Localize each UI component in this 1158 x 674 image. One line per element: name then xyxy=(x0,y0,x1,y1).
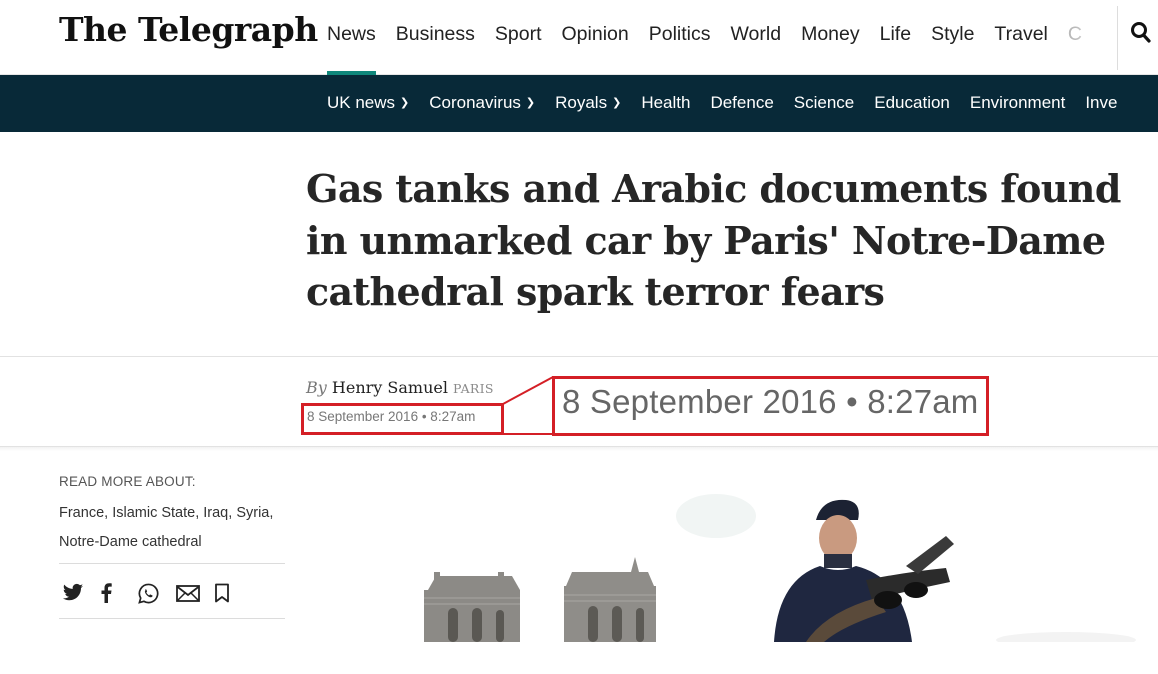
nav-item-style[interactable]: Style xyxy=(921,0,984,75)
email-icon xyxy=(176,584,200,602)
topic-tags: France, Islamic State, Iraq, Syria, Notr… xyxy=(59,505,274,550)
nav-item-world[interactable]: World xyxy=(721,0,792,75)
search-button[interactable] xyxy=(1130,20,1158,50)
divider xyxy=(0,446,1158,451)
tag-link[interactable]: Iraq xyxy=(203,505,228,521)
whatsapp-icon xyxy=(138,583,159,604)
hero-image xyxy=(306,458,1158,642)
subnav-item-label: Coronavirus xyxy=(429,93,521,112)
nav-item-opinion[interactable]: Opinion xyxy=(552,0,639,75)
subnav-item-royals[interactable]: Royals ❯ xyxy=(545,75,631,132)
bookmark-icon xyxy=(215,583,229,603)
tag-link[interactable]: Syria xyxy=(236,505,269,521)
article-headline: Gas tanks and Arabic documents found in … xyxy=(306,166,1121,314)
share-email-button[interactable] xyxy=(176,580,214,606)
subnav-item-defence[interactable]: Defence xyxy=(700,75,783,132)
divider xyxy=(0,356,1158,357)
main-nav: News Business Sport Opinion Politics Wor… xyxy=(317,0,1092,75)
subnav-item-truncated[interactable]: Inve xyxy=(1075,75,1127,132)
subnav-item-uk-news[interactable]: UK news ❯ xyxy=(317,75,419,132)
telegraph-logo[interactable]: The Telegraph xyxy=(59,10,318,49)
divider xyxy=(59,563,285,564)
section-subnav: UK news ❯ Coronavirus ❯ Royals ❯ Health Def… xyxy=(0,75,1158,132)
tag-link[interactable]: France xyxy=(59,505,104,521)
nav-divider xyxy=(1117,6,1118,70)
chevron-down-icon: ❯ xyxy=(525,97,536,109)
sub-nav: UK news ❯ Coronavirus ❯ Royals ❯ Health Def… xyxy=(317,75,1127,132)
tag-link[interactable]: Notre-Dame cathedral xyxy=(59,534,202,550)
subnav-item-coronavirus[interactable]: Coronavirus ❯ xyxy=(419,75,545,132)
search-icon xyxy=(1131,22,1151,43)
share-whatsapp-button[interactable] xyxy=(138,580,176,606)
facebook-icon xyxy=(101,583,112,603)
site-header: The Telegraph News Business Sport Opinio… xyxy=(0,0,1158,75)
author-link[interactable]: Henry Samuel xyxy=(332,378,448,397)
subnav-item-science[interactable]: Science xyxy=(784,75,864,132)
save-bookmark-button[interactable] xyxy=(214,580,252,606)
read-more-label: READ MORE ABOUT: xyxy=(59,474,196,489)
nav-item-life[interactable]: Life xyxy=(870,0,921,75)
divider xyxy=(59,618,285,619)
nav-item-news[interactable]: News xyxy=(317,0,386,75)
nav-item-sport[interactable]: Sport xyxy=(485,0,552,75)
subnav-item-label: Royals xyxy=(555,93,608,112)
callout-zoomed-date: 8 September 2016 • 8:27am xyxy=(562,383,979,420)
chevron-down-icon: ❯ xyxy=(612,97,622,109)
share-twitter-button[interactable] xyxy=(62,580,100,606)
chevron-down-icon: ❯ xyxy=(400,97,410,109)
share-facebook-button[interactable] xyxy=(100,580,138,606)
subnav-item-education[interactable]: Education xyxy=(864,75,960,132)
nav-item-travel[interactable]: Travel xyxy=(984,0,1057,75)
tag-link[interactable]: Islamic State xyxy=(112,505,195,521)
byline-prefix: By xyxy=(306,378,327,397)
subnav-item-label: UK news xyxy=(327,93,396,112)
notre-dame-police-photo xyxy=(306,458,1158,642)
nav-item-money[interactable]: Money xyxy=(791,0,870,75)
byline: By Henry Samuel PARIS xyxy=(306,378,494,397)
nav-item-politics[interactable]: Politics xyxy=(639,0,721,75)
twitter-icon xyxy=(62,583,84,601)
nav-item-business[interactable]: Business xyxy=(386,0,485,75)
share-bar xyxy=(62,580,252,606)
subnav-item-health[interactable]: Health xyxy=(631,75,700,132)
subnav-item-environment[interactable]: Environment xyxy=(960,75,1075,132)
dateline-location: PARIS xyxy=(453,381,494,396)
callout-highlight-box xyxy=(301,403,504,435)
nav-overflow-fade xyxy=(1075,8,1115,68)
